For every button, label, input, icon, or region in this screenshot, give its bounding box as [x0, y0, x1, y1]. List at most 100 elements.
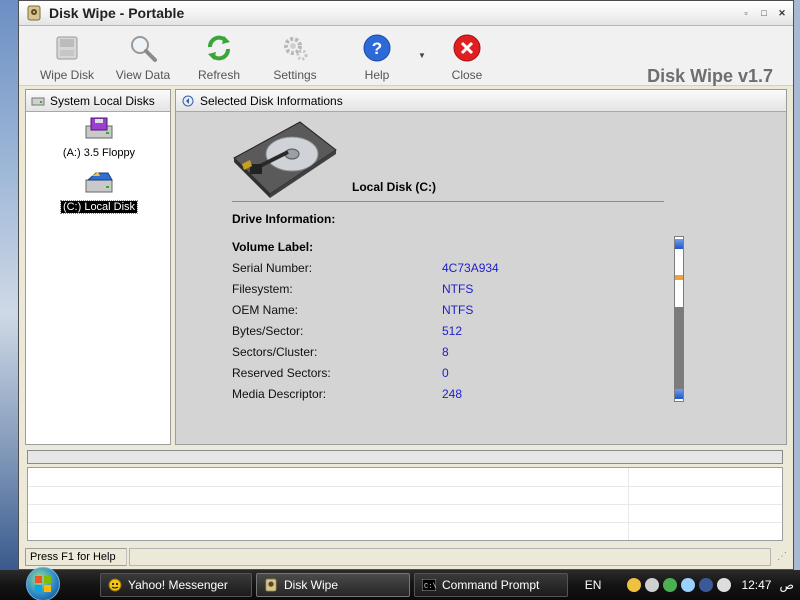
- info-key: Serial Number:: [232, 261, 313, 275]
- system-disks-header: System Local Disks: [26, 90, 170, 112]
- info-key: Media Descriptor:: [232, 387, 327, 401]
- disk-title: Local Disk (C:): [352, 180, 437, 194]
- maximize-button[interactable]: □: [757, 6, 771, 20]
- tray-app-icon[interactable]: [717, 578, 732, 592]
- view-data-label: View Data: [115, 68, 171, 82]
- tray-app-icon[interactable]: [699, 578, 714, 592]
- info-value: 4C73A934: [442, 261, 499, 275]
- disk-info-header: Selected Disk Informations: [176, 90, 786, 112]
- gear-icon: [279, 32, 311, 64]
- taskbar: Yahoo! Messenger Disk Wipe C:\ Command P…: [0, 567, 800, 600]
- task-yahoo-messenger[interactable]: Yahoo! Messenger: [100, 573, 252, 597]
- svg-text:C:\: C:\: [424, 583, 436, 591]
- disk-info-panel: Selected Disk Informations Local Disk (C…: [175, 89, 787, 445]
- floppy-drive-icon: [82, 116, 116, 145]
- info-row-media-descriptor: Media Descriptor: 248: [232, 387, 532, 401]
- drive-item-local-disk[interactable]: (C:) Local Disk: [26, 170, 172, 214]
- hard-disk-icon: [230, 116, 338, 198]
- help-icon: ?: [361, 32, 393, 64]
- windows-logo-icon: [35, 576, 51, 592]
- disk-wipe-app-icon: [263, 577, 279, 593]
- info-key: OEM Name:: [232, 303, 299, 317]
- info-row-sectors-cluster: Sectors/Cluster: 8: [232, 345, 532, 359]
- task-label: Disk Wipe: [284, 578, 339, 592]
- local-disk-icon: [82, 170, 116, 199]
- drive-information-heading: Drive Information:: [232, 212, 336, 226]
- info-value: NTFS: [442, 303, 474, 317]
- start-button[interactable]: [26, 567, 60, 600]
- yahoo-messenger-icon: [107, 577, 123, 593]
- info-value: 8: [442, 345, 449, 359]
- info-value: 248: [442, 387, 463, 401]
- volume-label-heading: Volume Label:: [232, 240, 314, 254]
- info-value: 512: [442, 324, 463, 338]
- scroll-up-button[interactable]: [675, 239, 683, 249]
- task-disk-wipe[interactable]: Disk Wipe: [256, 573, 410, 597]
- toolbar: Wipe Disk View Data Refresh Settings ? H: [19, 26, 793, 86]
- refresh-icon: [203, 32, 235, 64]
- close-button[interactable]: Close: [429, 26, 505, 84]
- view-data-button[interactable]: View Data: [105, 26, 181, 84]
- task-label: Yahoo! Messenger: [128, 578, 228, 592]
- status-text: Press F1 for Help: [25, 548, 127, 566]
- clock-suffix: ص: [779, 578, 794, 592]
- info-key: Bytes/Sector:: [232, 324, 304, 338]
- language-indicator[interactable]: EN: [585, 578, 602, 592]
- info-value: 0: [442, 366, 449, 380]
- drive-header-icon: [30, 94, 46, 108]
- window-title: Disk Wipe - Portable: [49, 5, 185, 21]
- close-icon: [451, 32, 483, 64]
- title-bar[interactable]: Disk Wipe - Portable ▫ □ ✕: [19, 1, 793, 26]
- refresh-label: Refresh: [197, 68, 241, 82]
- scroll-track[interactable]: [675, 307, 683, 389]
- wipe-progress-bar: [27, 450, 783, 464]
- system-tray: EN 12:47 ص: [585, 570, 800, 600]
- refresh-button[interactable]: Refresh: [181, 26, 257, 84]
- task-command-prompt[interactable]: C:\ Command Prompt: [414, 573, 568, 597]
- help-dropdown-arrow[interactable]: ▼: [415, 26, 429, 84]
- info-scrollbar[interactable]: [674, 236, 684, 402]
- close-label: Close: [451, 68, 483, 82]
- wipe-disk-icon: [51, 32, 83, 64]
- status-pane: [129, 548, 771, 566]
- close-window-button[interactable]: ✕: [775, 6, 789, 20]
- svg-text:?: ?: [372, 39, 382, 58]
- task-label: Command Prompt: [442, 578, 540, 592]
- tray-app-icon[interactable]: [627, 578, 642, 592]
- log-list[interactable]: [27, 467, 783, 541]
- clock[interactable]: 12:47: [741, 578, 771, 592]
- title-divider: [232, 201, 664, 202]
- scroll-down-button[interactable]: [675, 389, 683, 399]
- help-button[interactable]: ? Help: [339, 26, 415, 84]
- resize-grip[interactable]: ⋰: [777, 551, 789, 563]
- minimize-button[interactable]: ▫: [739, 6, 753, 20]
- command-prompt-icon: C:\: [421, 577, 437, 593]
- settings-button[interactable]: Settings: [257, 26, 333, 84]
- drive-label-floppy: (A:) 3.5 Floppy: [62, 147, 136, 159]
- drive-item-floppy[interactable]: (A:) 3.5 Floppy: [26, 116, 172, 159]
- tray-app-icon[interactable]: [681, 578, 696, 592]
- info-key: Sectors/Cluster:: [232, 345, 318, 359]
- app-brand: Disk Wipe v1.7: [647, 66, 773, 86]
- wipe-disk-label: Wipe Disk: [39, 68, 94, 82]
- disk-info-header-label: Selected Disk Informations: [200, 93, 343, 108]
- drive-label-local-disk: (C:) Local Disk: [59, 200, 139, 214]
- wipe-disk-button[interactable]: Wipe Disk: [29, 26, 105, 84]
- info-arrow-icon: [180, 94, 196, 108]
- info-key: Filesystem:: [232, 282, 293, 296]
- system-disks-header-label: System Local Disks: [50, 93, 155, 108]
- info-value: NTFS: [442, 282, 474, 296]
- system-disks-panel: System Local Disks (A:) 3.5 Floppy (C:) …: [25, 89, 171, 445]
- info-row-bytes-sector: Bytes/Sector: 512: [232, 324, 532, 338]
- tray-app-icon[interactable]: [645, 578, 660, 592]
- disk-wipe-window: Disk Wipe - Portable ▫ □ ✕ Wipe Disk Vie…: [18, 0, 794, 570]
- scroll-thumb[interactable]: [675, 275, 683, 280]
- status-bar: Press F1 for Help ⋰: [19, 545, 793, 569]
- settings-label: Settings: [273, 68, 317, 82]
- tray-app-icon[interactable]: [663, 578, 678, 592]
- info-row-filesystem: Filesystem: NTFS: [232, 282, 532, 296]
- info-row-oem-name: OEM Name: NTFS: [232, 303, 532, 317]
- disk-wipe-app-icon: [25, 4, 43, 22]
- info-key: Reserved Sectors:: [232, 366, 331, 380]
- info-row-serial: Serial Number: 4C73A934: [232, 261, 532, 275]
